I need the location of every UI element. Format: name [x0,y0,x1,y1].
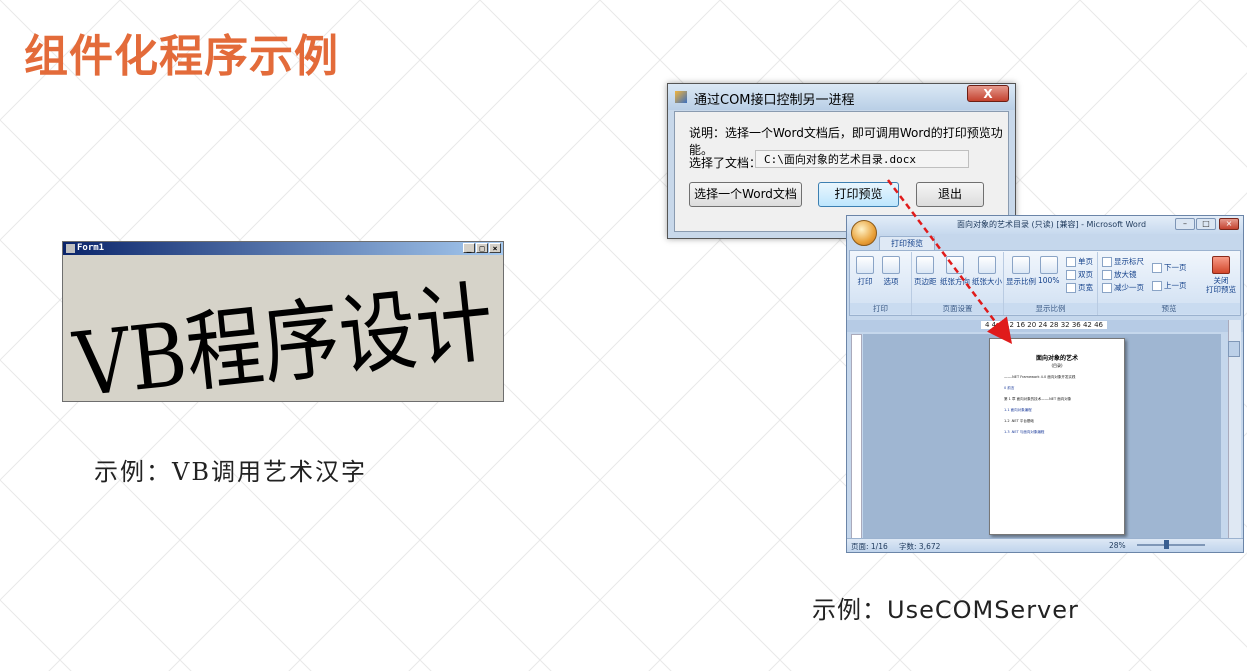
vb-form-title: Form1 [77,243,105,253]
orientation-icon [946,256,964,274]
doc-heading: 面向对象的艺术 [1035,355,1078,362]
scrollbar-thumb[interactable] [1228,341,1240,357]
zoom-button[interactable]: 显示比例 [1006,256,1036,287]
orientation-button[interactable]: 纸张方向 [940,256,970,287]
page-width-icon [1066,283,1076,293]
magnifier-checkbox[interactable]: 放大镜 [1102,269,1137,280]
paper-size-button[interactable]: 纸张大小 [972,256,1002,287]
magnifier-icon [1012,256,1030,274]
status-zoom: 28% [1109,541,1126,550]
close-preview-button[interactable]: 关闭 打印预览 [1204,256,1238,294]
doc-line: 1.3 .NET 与面向对象编程 [1004,430,1045,434]
vb-example-caption: 示例：VB调用艺术汉字 [94,458,367,486]
minimize-icon[interactable]: – [1175,218,1195,230]
ribbon-group-zoom: 显示比例 100% 单页 双页 页宽 显示比例 [1004,252,1098,315]
word-titlebar: 面向对象的艺术目录 (只读) [兼容] - Microsoft Word – □… [847,216,1243,234]
page-width-button[interactable]: 页宽 [1066,282,1093,293]
options-button[interactable]: 选项 [882,256,900,287]
vertical-ruler [851,334,862,541]
printer-icon [856,256,874,274]
ribbon-group-preview: 显示标尺 放大镜 减少一页 下一页 上一页 关闭 打印预览 预览 [1098,252,1240,315]
ribbon-group-label: 预览 [1098,303,1240,314]
print-preview-button[interactable]: 打印预览 [818,182,899,207]
two-pages-icon [1066,270,1076,280]
vb-form-icon [66,244,75,253]
ruler-numbers: 4 4 8 12 16 20 24 28 32 36 42 46 [981,321,1108,329]
dialog-close-button[interactable]: X [967,85,1009,102]
vb-art-text: VB程序设计 [69,270,498,401]
doc-line: 0 前言 [1004,386,1015,390]
ribbon: 打印 选项 打印 页边距 纸张方向 纸张大小 页面设置 显示比例 100% 单页… [849,250,1241,316]
status-bar: 页面: 1/16 字数: 3,672 28% [847,538,1243,552]
file-label: 选择了文档： [689,156,762,170]
doc-line: 1.2 .NET 平台基础 [1004,419,1034,423]
app-icon [675,91,687,103]
word-title: 面向对象的艺术目录 (只读) [兼容] - Microsoft Word [957,220,1147,229]
previous-page-icon [1152,281,1162,291]
word-window: 面向对象的艺术目录 (只读) [兼容] - Microsoft Word – □… [846,215,1244,553]
checkbox-icon [1102,257,1112,267]
vb-art-text-glyphs: VB程序设计 [69,270,498,401]
options-icon [882,256,900,274]
next-page-icon [1152,263,1162,273]
vb-form-window: Form1 _ □ × VB程序设计 [62,241,504,402]
next-page-button[interactable]: 下一页 [1152,262,1187,273]
preview-page: 面向对象的艺术 (目录) ——.NET Framework 4.0 面向对象开发… [989,338,1125,535]
ribbon-group-page-setup: 页边距 纸张方向 纸张大小 页面设置 [912,252,1004,315]
maximize-icon[interactable]: □ [1196,218,1216,230]
shrink-icon [1102,283,1112,293]
show-ruler-checkbox[interactable]: 显示标尺 [1102,256,1144,267]
paper-size-icon [978,256,996,274]
dialog-title: 通过COM接口控制另一进程 [694,93,855,108]
ribbon-group-label: 显示比例 [1004,303,1097,314]
office-button[interactable] [851,220,877,246]
ribbon-group-label: 页面设置 [912,303,1003,314]
document-area: 面向对象的艺术 (目录) ——.NET Framework 4.0 面向对象开发… [863,334,1221,539]
previous-page-button[interactable]: 上一页 [1152,280,1187,291]
page-icon [1039,256,1058,274]
close-icon[interactable]: × [1219,218,1239,230]
dialog-body: 说明：选择一个Word文档后，即可调用Word的打印预览功能。 选择了文档： C… [674,111,1009,232]
doc-line: 1.1 面向对象编程 [1004,408,1032,412]
print-button[interactable]: 打印 [856,256,874,287]
file-path-field[interactable]: C:\面向对象的艺术目录.docx [755,150,969,168]
tab-print-preview[interactable]: 打印预览 [879,236,935,251]
horizontal-ruler: 4 4 8 12 16 20 24 28 32 36 42 46 [847,320,1243,332]
vb-form-titlebar: Form1 _ □ × [63,242,503,255]
margins-button[interactable]: 页边距 [914,256,937,287]
ribbon-group-print: 打印 选项 打印 [850,252,912,315]
one-page-icon [1066,257,1076,267]
select-word-doc-button[interactable]: 选择一个Word文档 [689,182,802,207]
shrink-one-page-button[interactable]: 减少一页 [1102,282,1144,293]
dialog-titlebar: 通过COM接口控制另一进程 X [668,84,1015,110]
exit-button[interactable]: 退出 [916,182,984,207]
doc-line: 第 1 章 面向对象的技术——.NET 面向对象 [1004,397,1072,401]
one-page-button[interactable]: 单页 [1066,256,1093,267]
slide-title: 组件化程序示例 [24,31,339,82]
status-page: 页面: 1/16 [851,542,888,551]
ribbon-group-label: 打印 [850,303,911,314]
zoom-100-button[interactable]: 100% [1038,256,1059,285]
two-pages-button[interactable]: 双页 [1066,269,1093,280]
minimize-icon[interactable]: _ [463,243,475,253]
doc-lines: ——.NET Framework 4.0 面向对象开发实践 0 前言第 1 章 面… [990,369,1124,435]
status-words: 字数: 3,672 [899,542,941,551]
zoom-slider-knob[interactable] [1164,540,1169,549]
com-example-caption: 示例：UseCOMServer [812,596,1079,624]
checkbox-icon [1102,270,1112,280]
margins-icon [916,256,935,274]
maximize-icon[interactable]: □ [476,243,488,253]
close-icon[interactable]: × [489,243,501,253]
close-icon [1212,256,1230,274]
zoom-slider[interactable] [1137,544,1205,546]
doc-line: ——.NET Framework 4.0 面向对象开发实践 [1004,375,1076,379]
